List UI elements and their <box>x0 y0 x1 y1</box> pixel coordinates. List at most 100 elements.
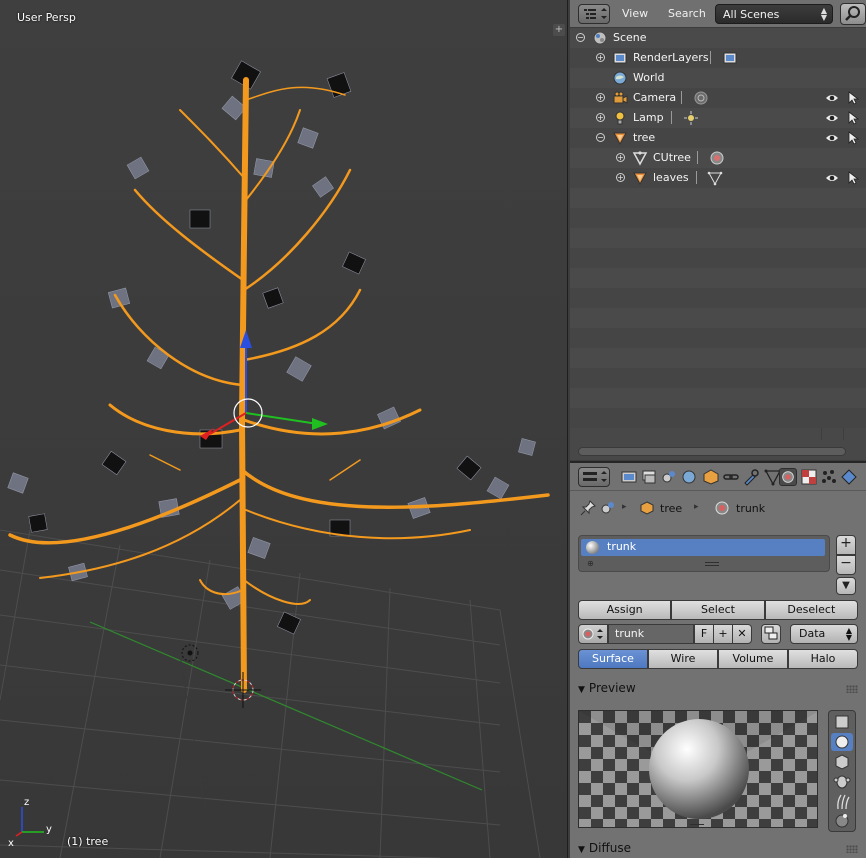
outliner-item-label: Camera <box>633 91 677 104</box>
outliner-row-lamp[interactable]: + Lamp <box>570 108 866 128</box>
render-layers-tab-icon[interactable] <box>640 468 658 486</box>
editor-type-button[interactable] <box>578 467 610 487</box>
preview-resize-handle[interactable] <box>690 824 704 828</box>
render-layer-sub-icon[interactable] <box>722 50 738 66</box>
expand-icon[interactable]: + <box>596 93 605 102</box>
list-resize-handle[interactable] <box>705 562 719 566</box>
expand-icon[interactable]: + <box>596 113 605 122</box>
expand-icon[interactable]: + <box>616 153 625 162</box>
expand-icon[interactable]: + <box>596 53 605 62</box>
outliner-row-renderlayers[interactable]: + RenderLayers <box>570 48 866 68</box>
particles-tab-icon[interactable] <box>820 468 838 486</box>
outliner-row-camera[interactable]: + Camera <box>570 88 866 108</box>
preview-cube-icon[interactable] <box>831 753 853 771</box>
pin-icon[interactable] <box>580 500 596 516</box>
eye-icon[interactable] <box>825 131 839 145</box>
collapse-icon[interactable]: − <box>576 33 585 42</box>
slot-specials-button[interactable]: ▼ <box>836 577 856 595</box>
fake-user-button[interactable]: F <box>694 624 714 644</box>
browse-material-button[interactable] <box>578 624 608 644</box>
3d-viewport[interactable]: z y x User Persp (1) tree + <box>0 0 568 858</box>
active-object-label: (1) tree <box>67 835 109 848</box>
cursor-arrow-icon[interactable] <box>847 111 859 125</box>
preview-world-sphere-icon[interactable] <box>831 811 853 829</box>
lamp-data-icon[interactable] <box>683 110 699 126</box>
outliner-empty-row <box>570 248 866 268</box>
search-menu[interactable]: Search <box>668 7 706 20</box>
material-name-field[interactable]: trunk <box>608 624 694 644</box>
updown-arrow-icon: ▲ ▼ <box>820 6 827 22</box>
camera-data-icon[interactable] <box>693 90 709 106</box>
eye-icon[interactable] <box>825 171 839 185</box>
search-button[interactable] <box>840 3 866 25</box>
axis-z-label: z <box>24 797 29 808</box>
cursor-arrow-icon[interactable] <box>847 131 859 145</box>
nodes-toggle-button[interactable] <box>761 624 781 644</box>
constraints-tab-icon[interactable] <box>722 468 740 486</box>
material-tab-icon[interactable] <box>779 468 797 486</box>
scene-icon <box>593 31 607 45</box>
preview-hair-icon[interactable] <box>831 793 853 811</box>
panel-collapse-icon: ▼ <box>578 685 585 695</box>
scene-filter-value: All Scenes <box>723 8 780 21</box>
outliner-row-tree[interactable]: − tree <box>570 128 866 148</box>
expand-icon[interactable]: + <box>616 173 625 182</box>
tab-wire[interactable]: Wire <box>648 649 718 669</box>
outliner-row-scene[interactable]: − Scene <box>570 28 866 48</box>
outliner-empty-row <box>570 268 866 288</box>
diffuse-panel-header[interactable]: ▼ Diffuse <box>578 841 860 858</box>
add-slot-button[interactable]: + <box>836 535 856 555</box>
preview-monkey-icon[interactable] <box>831 773 853 791</box>
scene-filter-select[interactable]: All Scenes ▲ ▼ <box>715 4 833 24</box>
editor-type-button[interactable] <box>578 4 610 24</box>
world-tab-icon[interactable] <box>680 468 698 486</box>
deselect-button[interactable]: Deselect <box>764 600 858 620</box>
outliner-panel: View Search All Scenes ▲ ▼ − Scene + Ren… <box>570 0 866 460</box>
mesh-data-icon[interactable] <box>707 170 723 186</box>
texture-tab-icon[interactable] <box>800 468 818 486</box>
outliner-row-world[interactable]: World <box>570 68 866 88</box>
eye-icon[interactable] <box>825 91 839 105</box>
outliner-scrollbar[interactable] <box>570 444 866 460</box>
preview-sphere-icon[interactable] <box>831 733 853 751</box>
cursor-arrow-icon[interactable] <box>847 91 859 105</box>
slot-actions: Assign Select Deselect <box>578 600 858 620</box>
outliner-empty-row <box>570 308 866 328</box>
preview-flat-icon[interactable] <box>831 713 853 731</box>
render-tab-icon[interactable] <box>620 468 638 486</box>
eye-icon[interactable] <box>825 111 839 125</box>
outliner-row-cutree[interactable]: + CUtree <box>570 148 866 168</box>
scrollbar-thumb[interactable] <box>578 447 846 456</box>
preview-panel-title: Preview <box>588 681 636 695</box>
view-menu[interactable]: View <box>622 7 648 20</box>
cursor-arrow-icon[interactable] <box>847 171 859 185</box>
select-button[interactable]: Select <box>671 600 765 620</box>
object-tab-icon[interactable] <box>702 468 720 486</box>
preview-type-buttons <box>828 710 856 832</box>
material-slot-list[interactable]: trunk ⊕ <box>578 535 830 572</box>
scene-tab-icon[interactable] <box>660 468 678 486</box>
collapse-icon[interactable]: − <box>596 133 605 142</box>
preview-panel-header[interactable]: ▼ Preview <box>578 681 860 699</box>
new-material-button[interactable]: + <box>713 624 733 644</box>
x-axis-line <box>89 621 483 791</box>
remove-slot-button[interactable]: − <box>836 555 856 575</box>
plus-icon[interactable]: + <box>553 24 565 36</box>
resize-grip-icon[interactable]: ⊕ <box>587 559 594 568</box>
modifiers-tab-icon[interactable] <box>742 468 760 486</box>
unlink-material-button[interactable]: ✕ <box>732 624 752 644</box>
material-slot-item[interactable]: trunk <box>581 539 825 556</box>
tab-halo[interactable]: Halo <box>788 649 858 669</box>
render-layers-icon <box>613 52 627 64</box>
physics-tab-icon[interactable] <box>840 468 858 486</box>
tab-surface[interactable]: Surface <box>578 649 648 669</box>
material-preview-icon <box>586 541 599 554</box>
outliner-row-leaves[interactable]: + leaves <box>570 168 866 188</box>
drag-handle-icon[interactable] <box>846 685 858 693</box>
tab-volume[interactable]: Volume <box>718 649 788 669</box>
drag-handle-icon[interactable] <box>846 845 858 853</box>
material-ball-icon[interactable] <box>709 150 725 166</box>
viewport-scene[interactable]: z y x <box>0 0 568 858</box>
link-select[interactable]: Data ▲ ▼ <box>790 624 858 644</box>
assign-button[interactable]: Assign <box>578 600 672 620</box>
